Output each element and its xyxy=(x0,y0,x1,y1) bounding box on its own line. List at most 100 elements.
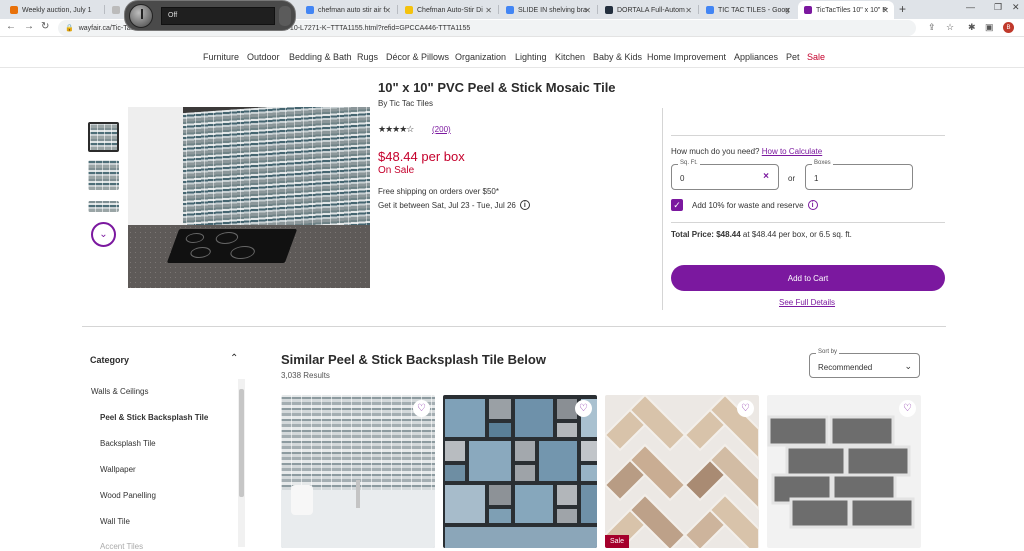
tab-favicon-icon xyxy=(10,6,18,14)
tab-close-icon[interactable]: ✕ xyxy=(584,6,591,15)
nav-link-outdoor[interactable]: Outdoor xyxy=(247,52,280,62)
info-icon[interactable]: i xyxy=(519,200,530,210)
browser-tab[interactable]: TIC TAC TILES - Goog ✕ xyxy=(700,1,796,19)
subway-tile-pattern xyxy=(767,415,915,529)
divider xyxy=(662,108,663,310)
browser-tab[interactable] xyxy=(106,1,126,19)
extensions-icon[interactable]: ✱ xyxy=(968,22,976,33)
back-icon[interactable]: ← xyxy=(6,21,16,32)
sort-select[interactable]: Sort by Recommended ⌄ xyxy=(809,349,920,378)
browser-tab-active[interactable]: TicTacTiles 10" x 10" P ✕ xyxy=(798,1,894,19)
divider xyxy=(82,326,946,327)
clear-icon[interactable]: × xyxy=(763,171,769,182)
share-icon[interactable]: ⇪ xyxy=(928,22,936,33)
reload-icon[interactable]: ↻ xyxy=(41,21,49,32)
media-player-widget: Off xyxy=(124,0,296,31)
sqft-input[interactable]: Sq. Ft. 0 × xyxy=(671,160,779,190)
power-knob[interactable] xyxy=(129,4,153,28)
nav-link-baby-kids[interactable]: Baby & Kids xyxy=(593,52,642,62)
tab-favicon-icon xyxy=(405,6,413,14)
nav-link-home-improvement[interactable]: Home Improvement xyxy=(647,52,726,62)
nav-link-furniture[interactable]: Furniture xyxy=(203,52,239,62)
maximize-icon[interactable]: ❐ xyxy=(994,2,1002,13)
tab-close-icon[interactable]: ✕ xyxy=(384,6,391,15)
nav-link-appliances[interactable]: Appliances xyxy=(734,52,778,62)
sidepanel-icon[interactable]: ▣ xyxy=(985,22,994,33)
nav-link-pet[interactable]: Pet xyxy=(786,52,800,62)
nav-link-decor-pillows[interactable]: Décor & Pillows xyxy=(386,52,449,62)
product-thumbnail[interactable] xyxy=(88,122,119,152)
tab-close-icon[interactable]: ✕ xyxy=(685,6,692,15)
see-full-details-link[interactable]: See Full Details xyxy=(779,298,835,307)
results-count: 3,038 Results xyxy=(281,371,330,380)
tab-close-icon[interactable]: ✕ xyxy=(784,6,791,15)
nav-link-sale[interactable]: Sale xyxy=(807,52,825,62)
nav-link-lighting[interactable]: Lighting xyxy=(515,52,547,62)
chevron-up-icon[interactable]: ⌃ xyxy=(230,353,238,364)
chevron-down-icon[interactable]: ⌄ xyxy=(91,222,116,247)
browser-tab[interactable]: chefman auto stir air f ✕ xyxy=(300,1,396,19)
bookmark-star-icon[interactable]: ☆ xyxy=(946,22,954,33)
product-price: $48.44 per box xyxy=(378,149,465,164)
browser-tab[interactable]: Chefman Auto-Stir Di ✕ xyxy=(399,1,497,19)
sale-label: On Sale xyxy=(378,165,415,176)
tab-close-icon[interactable]: ✕ xyxy=(882,6,889,15)
total-price: Total Price: $48.44 at $48.44 per box, o… xyxy=(671,230,852,239)
close-window-icon[interactable]: ✕ xyxy=(1012,2,1020,13)
new-tab-button[interactable]: + xyxy=(899,2,906,16)
sidebar-item[interactable]: Walls & Ceilings xyxy=(91,387,149,396)
favorite-heart-icon[interactable]: ♡ xyxy=(737,400,754,417)
forward-icon[interactable]: → xyxy=(24,21,34,32)
divider xyxy=(671,222,945,223)
product-thumbnail[interactable] xyxy=(88,201,119,212)
delivery-estimate: Get it between Sat, Jul 23 - Tue, Jul 26… xyxy=(378,200,530,210)
product-thumbnail[interactable] xyxy=(88,160,119,190)
herringbone-pattern xyxy=(605,395,759,548)
add-to-cart-button[interactable]: Add to Cart xyxy=(671,265,945,291)
product-card[interactable]: ♡ xyxy=(281,395,435,548)
similar-heading: Similar Peel & Stick Backsplash Tile Bel… xyxy=(281,352,546,367)
google-favicon-icon xyxy=(506,6,514,14)
waste-label: Add 10% for waste and reserve i xyxy=(692,200,818,210)
product-brand[interactable]: By Tic Tac Tiles xyxy=(378,99,433,108)
product-title: 10" x 10" PVC Peel & Stick Mosaic Tile xyxy=(378,80,616,95)
tile-pattern xyxy=(445,399,597,548)
product-card[interactable]: ♡ Sale xyxy=(605,395,759,548)
product-main-image[interactable] xyxy=(128,107,370,288)
info-icon[interactable]: i xyxy=(807,200,818,210)
browser-tab[interactable]: Weekly auction, July 1 xyxy=(4,1,104,19)
favorite-heart-icon[interactable]: ♡ xyxy=(413,400,430,417)
tab-close-icon[interactable]: ✕ xyxy=(485,6,492,15)
category-heading[interactable]: Category xyxy=(90,355,129,365)
sidebar-item[interactable]: Backsplash Tile xyxy=(100,439,156,448)
product-card[interactable]: ♡ xyxy=(767,395,921,548)
browser-tab[interactable]: DORTALA Full-Autom ✕ xyxy=(599,1,697,19)
sidebar-item[interactable]: Wall Tile xyxy=(100,517,130,526)
sidebar-item[interactable]: Wallpaper xyxy=(100,465,136,474)
scrollbar-thumb[interactable] xyxy=(239,389,244,497)
minimize-icon[interactable]: — xyxy=(966,2,975,12)
profile-avatar[interactable]: B xyxy=(1003,22,1014,33)
favorite-heart-icon[interactable]: ♡ xyxy=(575,400,592,417)
waste-checkbox[interactable]: ✓ xyxy=(671,199,683,211)
rating-stars-icon: ★★★★☆ xyxy=(378,124,414,134)
tab-favicon-icon xyxy=(112,6,120,14)
sidebar-item-selected[interactable]: Peel & Stick Backsplash Tile xyxy=(100,413,208,422)
quantity-question: How much do you need? How to Calculate xyxy=(671,147,823,156)
nav-link-bedding-bath[interactable]: Bedding & Bath xyxy=(289,52,352,62)
chevron-down-icon: ⌄ xyxy=(904,361,912,371)
sidebar-item[interactable]: Wood Panelling xyxy=(100,491,156,500)
boxes-input[interactable]: Boxes 1 xyxy=(805,160,913,190)
browser-tab[interactable]: SLIDE IN shelving bra ✕ xyxy=(500,1,596,19)
sale-badge: Sale xyxy=(605,535,630,548)
nav-link-kitchen[interactable]: Kitchen xyxy=(555,52,585,62)
nav-link-organization[interactable]: Organization xyxy=(455,52,506,62)
how-to-calculate-link[interactable]: How to Calculate xyxy=(762,147,822,156)
reviews-link[interactable]: (200) xyxy=(432,125,451,134)
nav-link-rugs[interactable]: Rugs xyxy=(357,52,378,62)
lock-icon: 🔒 xyxy=(65,25,74,32)
product-card[interactable]: ♡ xyxy=(443,395,597,548)
wayfair-favicon-icon xyxy=(804,6,812,14)
widget-handle[interactable] xyxy=(279,6,291,26)
favorite-heart-icon[interactable]: ♡ xyxy=(899,400,916,417)
